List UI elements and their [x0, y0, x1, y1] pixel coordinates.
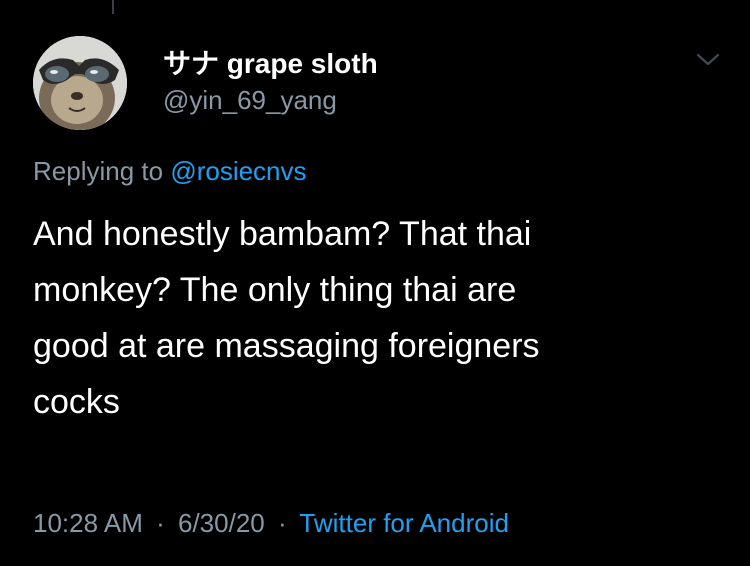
meta-separator: · [277, 508, 287, 538]
tweet-metadata: 10:28 AM · 6/30/20 · Twitter for Android [33, 508, 509, 539]
tweet-time[interactable]: 10:28 AM [33, 508, 143, 538]
user-handle[interactable]: @yin_69_yang [163, 85, 337, 116]
tweet-body: And honestly bambam? That thai monkey? T… [33, 206, 723, 430]
display-name[interactable]: サナ grape sloth [163, 42, 378, 82]
tweet-date[interactable]: 6/30/20 [178, 508, 265, 538]
replying-to-mention[interactable]: @rosiecnvs [170, 156, 306, 186]
replying-to-line: Replying to @rosiecnvs [33, 156, 307, 187]
sloth-avatar-icon [33, 36, 127, 130]
replying-to-label: Replying to [33, 156, 164, 186]
tweet-text-line: monkey? The only thing thai are [33, 271, 517, 309]
tweet-text-line: cocks [33, 383, 120, 421]
tweet-text-line: And honestly bambam? That thai [33, 215, 532, 253]
tweet-source-link[interactable]: Twitter for Android [299, 508, 509, 538]
profile-avatar[interactable] [33, 36, 127, 130]
chevron-down-icon[interactable] [694, 50, 722, 70]
thread-connector-line [112, 0, 114, 14]
meta-separator: · [156, 508, 165, 538]
tweet-text-line: good at are massaging foreigners [33, 327, 540, 365]
